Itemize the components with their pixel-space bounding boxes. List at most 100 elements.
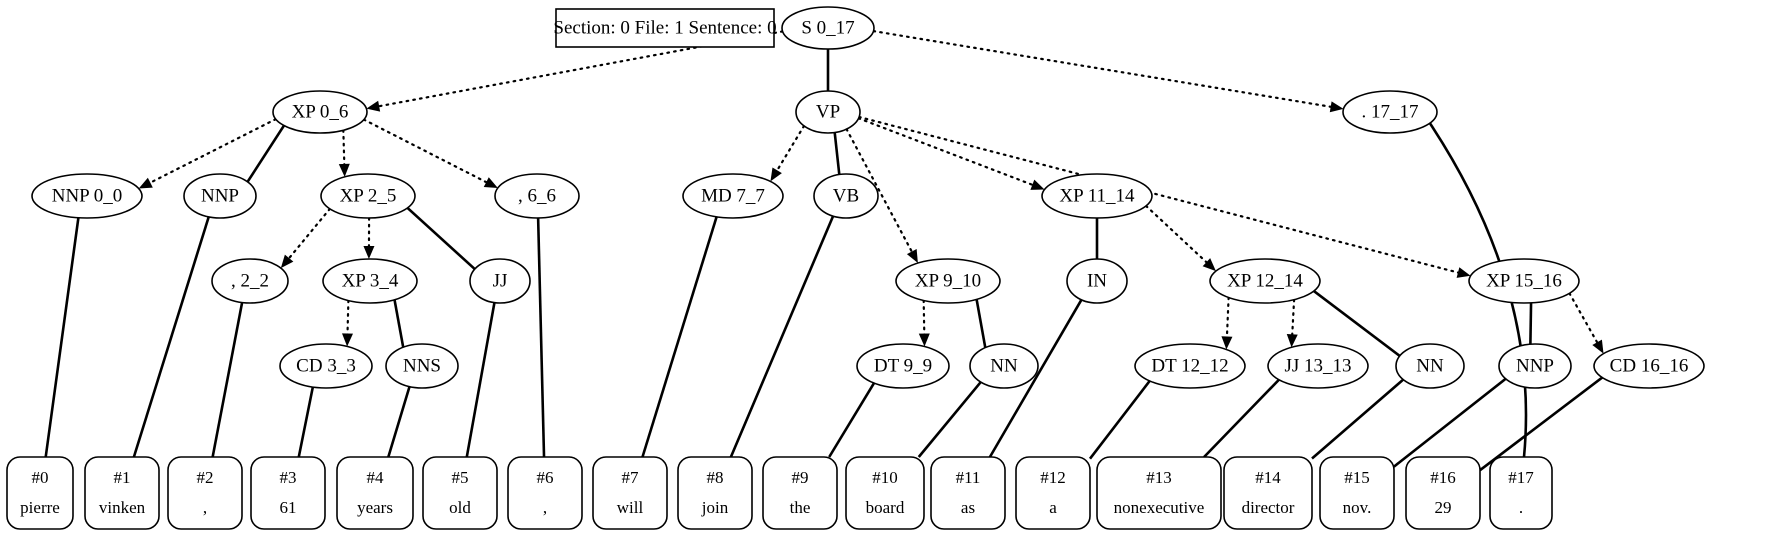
tree-node-NNP0_0[interactable]: NNP 0_0	[31, 173, 143, 219]
tree-node-VB[interactable]: VB	[813, 173, 879, 219]
leaf-token-L6[interactable]: #6,	[507, 456, 583, 530]
edge-VP-MD7_7	[775, 124, 806, 174]
leaf-index: #4	[367, 468, 385, 487]
parse-tree-svg: S 0_17 XP 0_6 VP . 17_17 NNP 0_0 NNP XP 2_5 , 6…	[6, 6, 1705, 530]
leaf-index: #12	[1040, 468, 1066, 487]
tree-node-IN11[interactable]: IN	[1066, 258, 1128, 304]
tree-node-CD16_16[interactable]: CD 16_16	[1593, 343, 1705, 389]
tree-node-DT9_9[interactable]: DT 9_9	[856, 343, 950, 389]
edge-XP3_4-CD3_3	[346, 299, 350, 337]
leaf-index: #14	[1255, 468, 1281, 487]
leaf-token-L8[interactable]: #8 join	[677, 456, 753, 530]
edge-MD7_7-L7	[641, 216, 718, 458]
edge-arrowhead	[770, 167, 782, 182]
node-label: XP 9_10	[915, 270, 981, 291]
node-label: NN	[1416, 355, 1444, 376]
node-label: , 6_6	[518, 185, 556, 206]
node-label: VP	[816, 101, 840, 122]
edge-arrowhead	[1329, 101, 1344, 113]
leaf-token-L15[interactable]: #15 nov.	[1319, 456, 1395, 530]
leaf-index: #5	[452, 468, 469, 487]
tree-node-CD3_3[interactable]: CD 3_3	[279, 343, 373, 389]
leaf-token-L1[interactable]: #1 vinken	[84, 456, 160, 530]
tree-node-S[interactable]: S 0_17	[781, 6, 875, 50]
edge-XP0_6-NNP1	[246, 124, 286, 183]
tree-node-XP11_14[interactable]: XP 11_14	[1041, 173, 1153, 219]
leaf-word: nov.	[1343, 498, 1372, 517]
leaf-token-L7[interactable]: #7 will	[592, 456, 668, 530]
tree-node-MD7_7[interactable]: MD 7_7	[682, 173, 784, 219]
edge-XP0_6-COMMA6	[362, 118, 490, 185]
edge-XP9_10-DT9_9	[922, 299, 926, 337]
tree-node-XP9_10[interactable]: XP 9_10	[895, 258, 1001, 304]
edge-arrowhead	[906, 249, 918, 264]
tree-node-DOT17[interactable]: . 17_17	[1342, 90, 1438, 134]
leaf-index: #1	[114, 468, 131, 487]
edge-VP-VB	[833, 132, 841, 175]
leaf-word: ,	[203, 498, 207, 517]
edge-arrowhead	[1202, 258, 1216, 272]
info-box-label: Section: 0 File: 1 Sentence: 0	[553, 17, 776, 38]
edge-NN10-L10	[917, 381, 982, 458]
edge-arrowhead	[1456, 267, 1471, 278]
leaf-token-L12[interactable]: #12 a	[1015, 456, 1091, 530]
edge-JJ13_13-L13	[1203, 378, 1280, 458]
leaf-word: a	[1049, 498, 1057, 517]
leaf-index: #15	[1344, 468, 1370, 487]
tree-node-NNP15[interactable]: NNP	[1498, 343, 1572, 389]
edge-arrowhead	[338, 163, 350, 177]
leaf-word: pierre	[20, 498, 60, 517]
leaf-word: years	[357, 498, 393, 517]
tree-node-XP2_5[interactable]: XP 2_5	[320, 173, 416, 219]
tree-node-XP3_4[interactable]: XP 3_4	[322, 258, 418, 304]
edge-arrowhead	[918, 333, 930, 347]
leaf-token-L14[interactable]: #14 director	[1223, 456, 1313, 530]
leaf-index: #3	[280, 468, 297, 487]
leaf-token-L10[interactable]: #10 board	[845, 456, 925, 530]
leaf-word: vinken	[99, 498, 146, 517]
tree-node-NNS4[interactable]: NNS	[385, 343, 459, 389]
leaf-token-L3[interactable]: #3 61	[250, 456, 326, 530]
edge-NNS4-L4	[387, 386, 411, 458]
node-label: JJ 13_13	[1284, 355, 1351, 376]
tree-node-NN14[interactable]: NN	[1395, 343, 1465, 389]
leaf-token-L0[interactable]: #0 pierre	[6, 456, 74, 530]
tree-node-NNP1[interactable]: NNP	[183, 173, 257, 219]
tree-node-XP15_16[interactable]: XP 15_16	[1468, 258, 1580, 304]
node-label: S 0_17	[801, 17, 854, 38]
leaf-token-L13[interactable]: #13 nonexecutive	[1096, 456, 1222, 530]
edge-XP0_6-XP2_5	[342, 129, 346, 168]
edge-COMMA6-L6	[536, 217, 546, 458]
tree-node-COMMA2[interactable]: , 2_2	[211, 258, 289, 304]
node-label: CD 16_16	[1610, 355, 1689, 376]
tree-node-XP0_6[interactable]: XP 0_6	[272, 90, 368, 134]
edge-CD16_16-L16	[1479, 376, 1603, 472]
edge-arrowhead	[138, 177, 153, 189]
leaf-token-L2[interactable]: #2,	[167, 456, 243, 530]
nodes-layer: S 0_17 XP 0_6 VP . 17_17 NNP 0_0 NNP XP 2_5 , 6…	[6, 6, 1705, 530]
edge-NN14-L14	[1311, 378, 1405, 460]
leaf-token-L4[interactable]: #4 years	[336, 456, 414, 530]
edge-arrowhead	[1221, 336, 1233, 350]
node-label: XP 11_14	[1059, 185, 1135, 206]
leaf-token-L11[interactable]: #11 as	[930, 456, 1006, 530]
leaf-token-L5[interactable]: #5 old	[422, 456, 498, 530]
edge-VP-XP11_14	[857, 117, 1036, 187]
tree-node-XP12_14[interactable]: XP 12_14	[1209, 258, 1321, 304]
edge-XP12_14-DT12_12	[1225, 296, 1230, 340]
leaf-index: #13	[1146, 468, 1172, 487]
edge-XP2_5-JJ5	[406, 206, 476, 271]
tree-node-COMMA6[interactable]: , 6_6	[494, 173, 580, 219]
tree-node-VP[interactable]: VP	[795, 90, 861, 134]
leaf-token-L9[interactable]: #9 the	[762, 456, 838, 530]
tree-node-NN10[interactable]: NN	[969, 343, 1039, 389]
leaf-index: #17	[1508, 468, 1534, 487]
leaf-token-L17[interactable]: #17.	[1489, 456, 1553, 530]
tree-node-JJ5[interactable]: JJ	[469, 258, 531, 304]
leaf-index: #7	[622, 468, 640, 487]
edge-XP11_14-XP12_14	[1144, 204, 1209, 265]
edge-arrowhead	[363, 245, 375, 260]
tree-node-DT12_12[interactable]: DT 12_12	[1134, 343, 1246, 389]
leaf-token-L16[interactable]: #16 29	[1405, 456, 1481, 530]
tree-node-JJ13_13[interactable]: JJ 13_13	[1267, 343, 1369, 389]
